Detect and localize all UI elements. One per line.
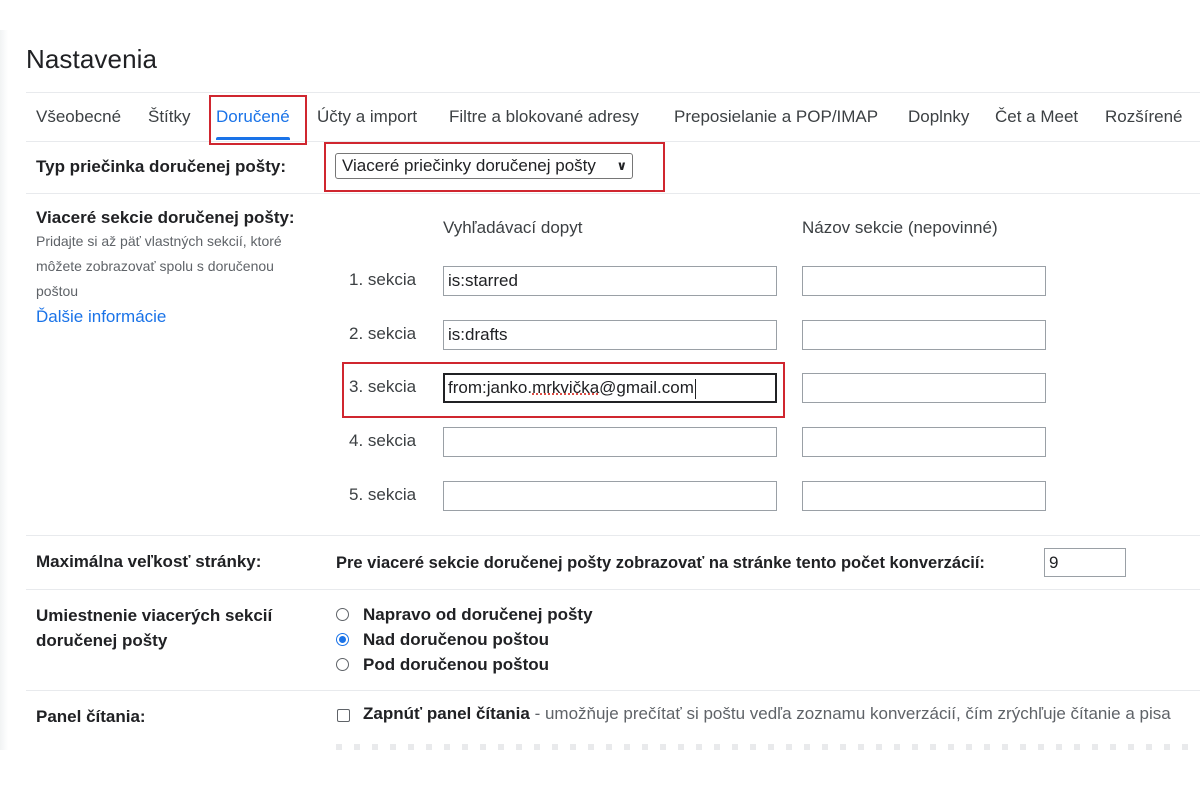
radio-above-inbox-label: Nad doručenou poštou [363,630,550,649]
radio-button [336,658,349,671]
divider [26,193,1200,194]
page-size-description: Pre viaceré sekcie doručenej pošty zobra… [336,554,985,572]
reading-pane-description: Zapnúť panel čítania - umožňuje prečítať… [363,704,1171,724]
radio-below-inbox-label: Pod doručenou poštou [363,655,550,674]
column-header-section-name: Názov sekcie (nepovinné) [802,218,998,237]
active-tab-indicator [216,137,290,140]
tab-inbox-label: Doručené [216,107,290,126]
section-1-name-input[interactable] [802,266,1046,296]
more-info-link[interactable]: Ďalšie informácie [36,307,166,327]
section-1-label: 1. sekcia [349,270,417,289]
divider [26,589,1200,590]
page-size-input[interactable]: 9 [1044,548,1126,577]
column-header-query: Vyhľadávací dopyt [443,218,583,237]
settings-page: Nastavenia Všeobecné Štítky Doručené Účt… [0,0,1200,800]
tab-general[interactable]: Všeobecné [36,93,121,140]
section-1-query-input[interactable]: is:starred [443,266,777,296]
radio-button [336,608,349,621]
section-4-query-input[interactable] [443,427,777,457]
section-2-query-input[interactable]: is:drafts [443,320,777,350]
radio-button-selected [336,633,349,646]
radio-right-of-inbox-label: Napravo od doručenej pošty [363,605,593,624]
section-5-query-input[interactable] [443,481,777,511]
page-size-label: Maximálna veľkosť stránky: [36,552,262,571]
multiple-inboxes-help-line-1: Pridajte si až päť vlastných sekcií, kto… [36,233,282,249]
reading-pane-label: Panel čítania: [36,707,146,726]
cropped-content-row [336,744,1200,750]
tab-inbox[interactable]: Doručené [216,93,290,140]
inbox-type-select[interactable]: Viaceré priečinky doručenej pošty ∨ [335,153,633,179]
section-5-name-input[interactable] [802,481,1046,511]
left-edge-shadow [0,30,8,750]
reading-pane-checkbox[interactable] [337,709,350,722]
page-title: Nastavenia [26,44,158,74]
reading-pane-description-rest: - umožňuje prečítať si poštu vedľa zozna… [529,704,1171,723]
tab-addons[interactable]: Doplnky [908,93,969,140]
tab-chat-meet[interactable]: Čet a Meet [995,93,1078,140]
section-4-name-input[interactable] [802,427,1046,457]
section-3-name-input[interactable] [802,373,1046,403]
tab-forwarding-pop-imap[interactable]: Preposielanie a POP/IMAP [674,93,878,140]
divider [26,535,1200,536]
section-3-query-text-misspelled: mrkvička [532,378,600,397]
divider [26,690,1200,691]
tab-accounts-import[interactable]: Účty a import [317,93,417,140]
section-3-query-text-c: @gmail.com [599,378,694,397]
section-5-label: 5. sekcia [349,485,417,504]
reading-pane-checkbox-label: Zapnúť panel čítania [363,704,530,723]
section-2-label: 2. sekcia [349,324,417,343]
multiple-inboxes-help-line-3: poštou [36,283,79,299]
multiple-inboxes-help-line-2: môžete zobrazovať spolu s doručenou [36,258,274,274]
inbox-type-selected: Viaceré priečinky doručenej pošty [342,156,596,175]
multiple-inboxes-label: Viaceré sekcie doručenej pošty: [36,208,295,227]
tab-advanced[interactable]: Rozšírené [1105,93,1182,140]
placement-label-line-2: doručenej pošty [36,631,168,650]
radio-above-inbox[interactable]: Nad doručenou poštou [336,628,549,652]
section-3-label: 3. sekcia [349,377,417,396]
section-2-name-input[interactable] [802,320,1046,350]
radio-right-of-inbox[interactable]: Napravo od doručenej pošty [336,603,593,627]
inbox-type-label: Typ priečinka doručenej pošty: [36,157,287,176]
tab-labels[interactable]: Štítky [148,93,191,140]
section-3-query-text-a: from:janko. [448,378,533,397]
section-4-label: 4. sekcia [349,431,417,450]
settings-tabs: Všeobecné Štítky Doručené Účty a import … [26,92,1200,142]
tab-filters[interactable]: Filtre a blokované adresy [449,93,639,140]
chevron-down-icon: ∨ [616,158,627,173]
radio-below-inbox[interactable]: Pod doručenou poštou [336,653,549,677]
placement-label-line-1: Umiestnenie viacerých sekcií [36,606,273,625]
text-caret [694,378,696,399]
section-3-query-input[interactable]: from:janko.mrkvička@gmail.com [443,373,777,403]
